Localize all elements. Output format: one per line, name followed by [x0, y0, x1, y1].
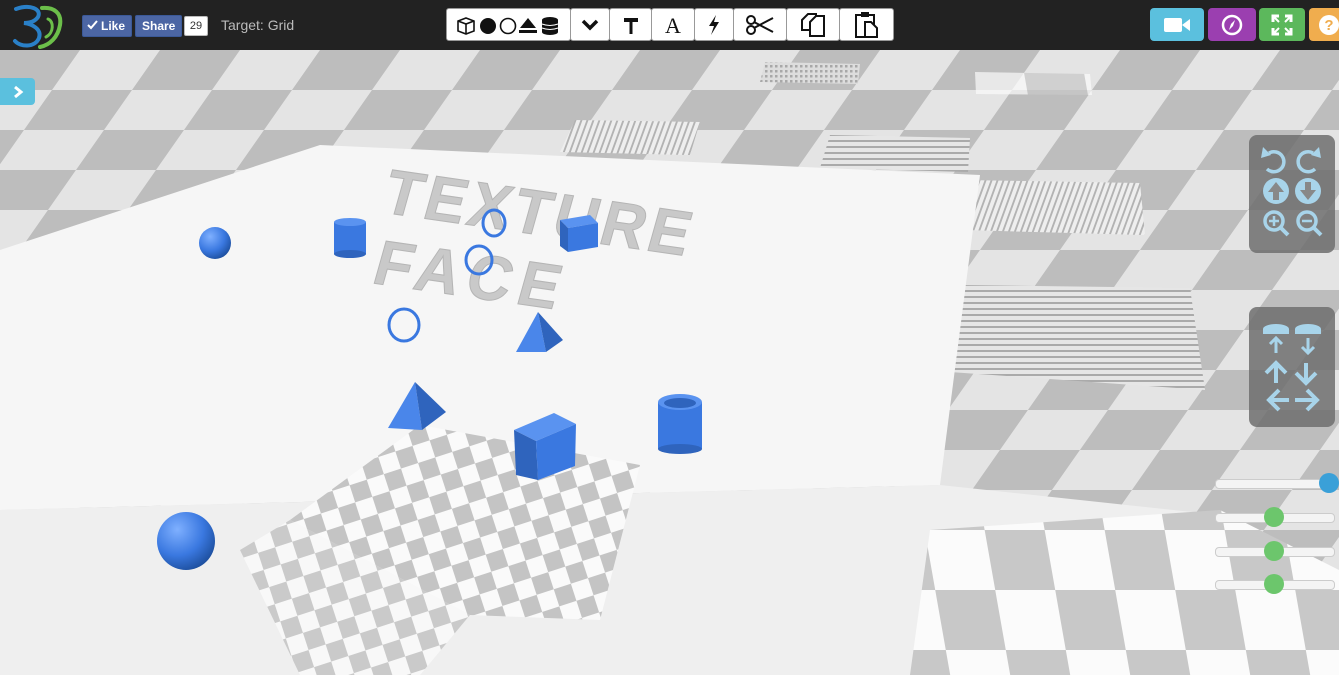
zoom-out-icon[interactable] [1296, 210, 1323, 237]
3d-viewport[interactable]: TEXTURE FACE [0, 50, 1339, 675]
paste-icon [854, 11, 878, 38]
fullscreen-button[interactable] [1259, 8, 1305, 41]
copy-button[interactable] [786, 8, 840, 41]
cube-object[interactable] [560, 215, 598, 252]
top-bar: Like Share 29 Target: Grid A ? [0, 0, 1339, 50]
camera-control-panel [1249, 135, 1335, 253]
facebook-like-button[interactable]: Like [82, 15, 133, 37]
scene-render: TEXTURE FACE [0, 50, 1339, 675]
move-right-icon[interactable] [1295, 388, 1320, 412]
svg-text:A: A [665, 14, 681, 36]
pyramid-icon[interactable] [518, 17, 537, 33]
slider-1-handle[interactable] [1319, 473, 1339, 493]
paste-button[interactable] [839, 8, 894, 41]
torus-icon[interactable] [499, 17, 516, 34]
raise-object-icon[interactable] [1263, 324, 1289, 353]
facebook-share-label: Share [142, 19, 176, 33]
sphere-object[interactable] [199, 227, 231, 259]
facebook-share-count: 29 [184, 16, 208, 36]
effects-button[interactable] [694, 8, 734, 41]
sphere-object[interactable] [157, 512, 215, 570]
video-camera-icon [1164, 17, 1190, 32]
move-backward-icon[interactable] [1294, 363, 1318, 386]
cylinder-object[interactable] [334, 218, 366, 258]
move-up-icon[interactable] [1263, 178, 1289, 204]
cube-icon[interactable] [456, 16, 475, 35]
cut-button[interactable] [733, 8, 787, 41]
check-icon [87, 16, 98, 36]
lightning-icon [709, 14, 719, 35]
paint-button[interactable] [609, 8, 652, 41]
camera-button[interactable] [1150, 8, 1204, 41]
more-shapes-button[interactable] [570, 8, 610, 41]
cylinder-icon[interactable] [541, 16, 558, 35]
facebook-share-button[interactable]: Share [135, 15, 183, 37]
compass-button[interactable] [1208, 8, 1256, 41]
fullscreen-icon [1271, 14, 1293, 35]
cylinder-object[interactable] [658, 394, 702, 454]
help-icon: ? [1319, 14, 1339, 35]
move-left-icon[interactable] [1266, 388, 1289, 412]
sidebar-toggle-button[interactable] [0, 78, 35, 105]
slider-3-handle[interactable] [1264, 541, 1284, 561]
compass-icon [1221, 14, 1243, 35]
slider-1-track[interactable] [1215, 479, 1335, 489]
slider-4-handle[interactable] [1264, 574, 1284, 594]
rotate-left-icon[interactable] [1261, 147, 1286, 174]
move-down-icon[interactable] [1295, 178, 1321, 204]
zoom-in-icon[interactable] [1263, 210, 1290, 237]
object-move-panel [1249, 307, 1335, 427]
rotate-right-icon[interactable] [1296, 147, 1321, 174]
facebook-like-label: Like [101, 19, 126, 33]
sphere-icon[interactable] [479, 17, 496, 34]
copy-icon [801, 12, 825, 37]
svg-text:?: ? [1324, 17, 1333, 34]
paint-roller-icon [623, 17, 638, 34]
chevron-down-icon [581, 19, 599, 30]
chevron-right-icon [13, 85, 23, 98]
text-button[interactable]: A [651, 8, 695, 41]
lower-object-icon[interactable] [1295, 324, 1321, 356]
move-forward-icon[interactable] [1264, 360, 1288, 383]
target-label: Target: Grid [221, 17, 295, 33]
help-button[interactable]: ? [1309, 8, 1339, 41]
slider-2-handle[interactable] [1264, 507, 1284, 527]
app-logo[interactable] [12, 3, 64, 49]
scissors-icon [746, 14, 774, 35]
text-icon: A [665, 14, 681, 36]
add-shapes-group [446, 8, 571, 41]
